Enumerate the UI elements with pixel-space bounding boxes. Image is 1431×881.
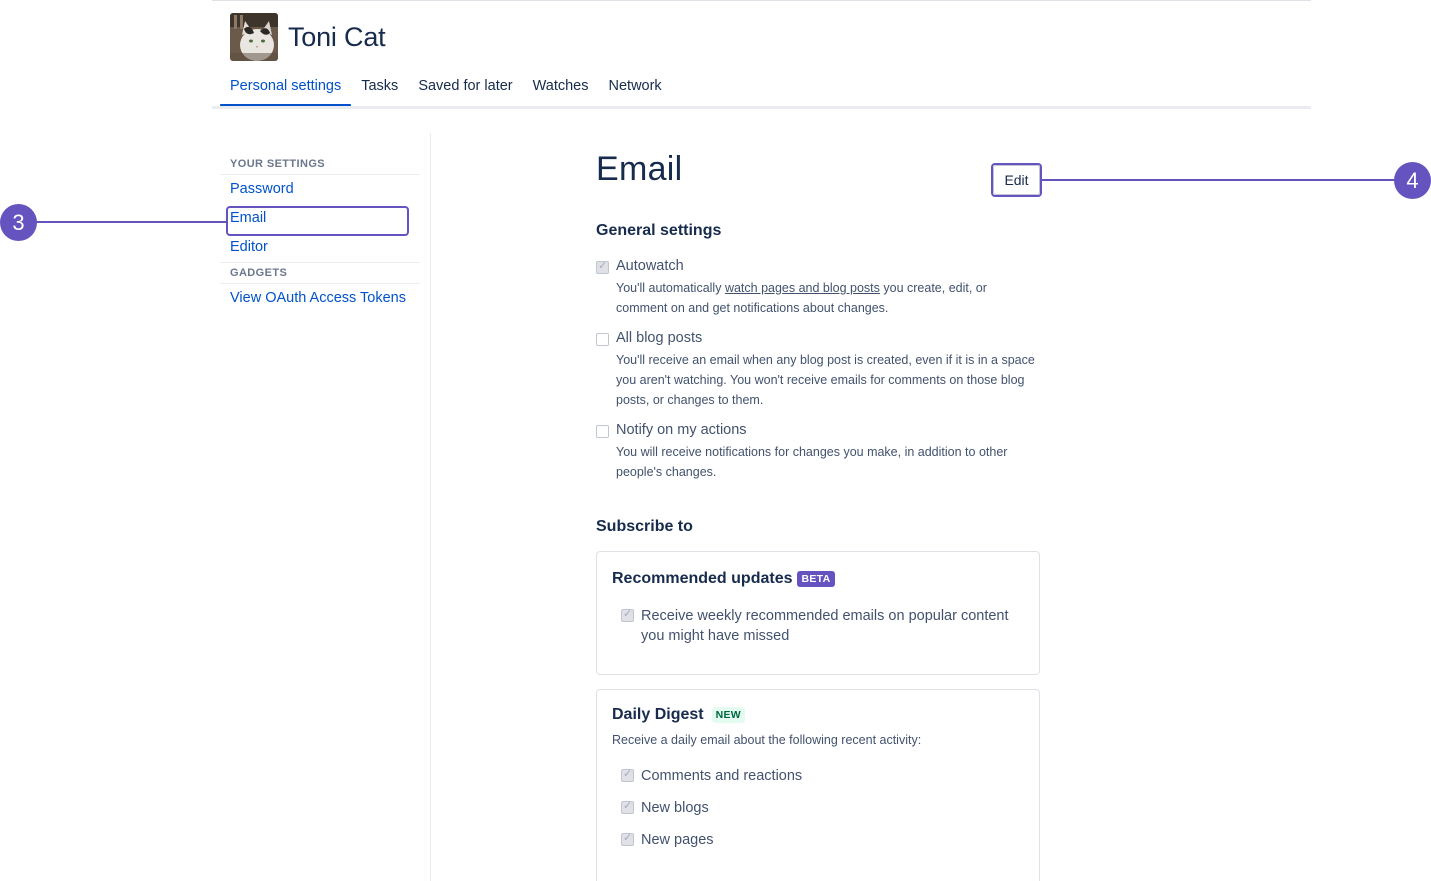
sidebar-divider <box>430 133 431 881</box>
autowatch-description: You'll automatically watch pages and blo… <box>616 278 1040 318</box>
digest-new-blogs-label: New blogs <box>641 800 709 816</box>
notify-my-actions-description: You will receive notifications for chang… <box>616 445 1008 479</box>
sidebar-item-editor[interactable]: Editor <box>220 233 420 263</box>
watch-pages-link[interactable]: watch pages and blog posts <box>725 281 880 295</box>
sidebar-item-password[interactable]: Password <box>220 175 420 204</box>
tab-tasks[interactable]: Tasks <box>351 70 408 105</box>
digest-option-new-blogs: New blogs <box>621 798 1024 818</box>
daily-digest-subtitle: Receive a daily email about the followin… <box>612 733 922 747</box>
option-all-blog-posts: All blog posts You'll receive an email w… <box>596 330 1040 410</box>
avatar <box>230 13 278 61</box>
beta-badge: BETA <box>797 571 835 587</box>
option-notify-my-actions: Notify on my actions You will receive no… <box>596 422 1040 482</box>
recommended-weekly-option: Receive weekly recommended emails on pop… <box>621 606 1024 646</box>
page-title: Email <box>596 150 683 188</box>
tab-network[interactable]: Network <box>599 70 672 105</box>
tab-personal-settings[interactable]: Personal settings <box>220 70 352 107</box>
recommended-updates-title: Recommended updates BETA <box>612 570 1024 588</box>
daily-digest-card: Daily Digest NEW Receive a daily email a… <box>596 689 1040 881</box>
gadgets-heading: GADGETS <box>230 267 288 279</box>
callout-3-line <box>36 221 226 223</box>
digest-new-pages-label: New pages <box>641 832 714 848</box>
new-badge: NEW <box>711 707 745 723</box>
recommended-updates-card: Recommended updates BETA Receive weekly … <box>596 551 1040 675</box>
option-autowatch: Autowatch You'll automatically watch pag… <box>596 258 1040 318</box>
general-settings-heading: General settings <box>596 222 722 239</box>
all-blog-posts-checkbox[interactable] <box>596 333 609 346</box>
tab-watches[interactable]: Watches <box>523 70 599 105</box>
all-blog-posts-label: All blog posts <box>616 330 703 346</box>
callout-4-line <box>1042 179 1398 181</box>
recommended-updates-title-text: Recommended updates <box>612 570 793 587</box>
email-highlight-box <box>226 206 409 236</box>
digest-option-comments: Comments and reactions <box>621 766 1024 786</box>
autowatch-checkbox[interactable] <box>596 259 609 274</box>
tab-saved-for-later[interactable]: Saved for later <box>408 70 522 105</box>
all-blog-posts-description: You'll receive an email when any blog po… <box>616 353 1035 407</box>
callout-3-badge: 3 <box>0 204 37 241</box>
recommended-weekly-checkbox[interactable] <box>621 607 634 622</box>
top-divider <box>212 0 1311 1</box>
digest-new-blogs-checkbox[interactable] <box>621 799 634 814</box>
digest-comments-checkbox[interactable] <box>621 767 634 782</box>
your-settings-heading: YOUR SETTINGS <box>220 155 420 175</box>
recommended-weekly-label: Receive weekly recommended emails on pop… <box>641 608 1009 644</box>
notify-my-actions-checkbox[interactable] <box>596 425 609 438</box>
autowatch-label: Autowatch <box>616 258 684 274</box>
edit-highlight-box <box>991 163 1042 197</box>
profile-tabs: Personal settings Tasks Saved for later … <box>220 70 672 107</box>
profile-header: Toni Cat <box>230 13 386 61</box>
email-settings-panel: Email General settings Autowatch You'll … <box>596 150 1040 881</box>
digest-new-pages-checkbox[interactable] <box>621 831 634 846</box>
digest-option-new-pages: New pages <box>621 830 1024 850</box>
daily-digest-title-text: Daily Digest <box>612 706 704 723</box>
profile-name: Toni Cat <box>288 21 386 52</box>
digest-comments-label: Comments and reactions <box>641 768 803 784</box>
tabs-divider <box>212 106 1311 109</box>
sidebar-item-oauth-tokens[interactable]: View OAuth Access Tokens <box>220 283 420 313</box>
daily-digest-title: Daily Digest NEW <box>612 706 1024 724</box>
subscribe-heading: Subscribe to <box>596 518 693 535</box>
callout-4-badge: 4 <box>1394 162 1431 199</box>
autowatch-desc-before: You'll automatically <box>616 281 725 295</box>
notify-my-actions-label: Notify on my actions <box>616 422 747 438</box>
